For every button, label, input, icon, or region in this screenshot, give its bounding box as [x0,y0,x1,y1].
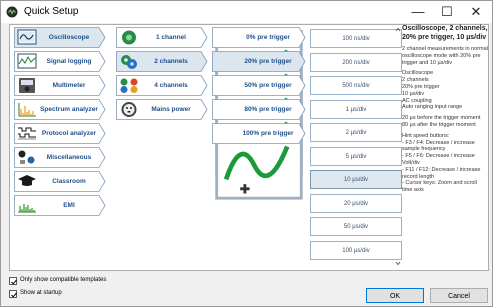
category-label: Oscilloscope [48,34,90,41]
timebase-button[interactable]: 500 ns/div [310,76,402,95]
trigger-tile[interactable]: 100% pre trigger [212,123,306,200]
description-text: 2 channel measurements in normal oscillo… [402,46,488,66]
signal-logging-icon [17,53,37,69]
channel-tile[interactable]: 1 channel [116,27,208,48]
category-label: Classroom [52,178,86,185]
cancel-button[interactable]: Cancel [430,288,488,303]
category-tile[interactable]: Classroom [14,171,106,192]
category-tile[interactable]: Miscellaneous [14,147,106,168]
two-channels-icon [121,55,137,69]
emi-icon [18,204,36,213]
timebase-button[interactable]: 1 µs/div [310,99,402,119]
timebase-button[interactable]: 50 µs/div [310,217,402,236]
trigger-label: 100% pre trigger [242,130,294,137]
window-title: Quick Setup [24,6,79,17]
miscellaneous-icon [18,150,35,164]
channel-label: 1 channel [156,34,186,41]
category-tile[interactable]: EMI [14,195,106,216]
channel-label: 2 channels [154,58,188,65]
description-hints: Hint speed buttons: - F3 / F4: Decrease … [402,132,481,194]
channel-tile[interactable]: 4 channels [116,75,208,96]
timebase-button[interactable]: 10 µs/div [310,170,402,189]
trigger-tile[interactable]: 80% pre trigger [212,99,306,176]
spectrum-analyzer-icon [18,103,36,117]
four-channels-icon [120,78,138,93]
mains-power-icon [121,102,137,117]
trigger-tile[interactable]: 20% pre trigger [212,51,306,128]
app-icon [6,6,18,18]
setup-content: Oscilloscope Signal logging Multimeter Spec… [9,24,489,271]
category-label: Signal logging [46,58,92,65]
category-label: Protocol analyzer [41,130,97,137]
protocol-analyzer-icon [18,127,36,140]
show-at-startup-checkbox[interactable] [9,290,17,298]
description-settings: Oscilloscope 2 channels 20% pre trigger … [402,70,463,111]
timebase-button[interactable]: 100 µs/div [310,240,402,260]
channel-label: 4 channels [154,82,188,89]
timebase-button[interactable]: 20 µs/div [310,193,402,213]
category-tile[interactable]: Protocol analyzer [14,123,106,144]
classroom-icon [18,175,36,186]
ok-button[interactable]: OK [366,288,424,303]
category-tile[interactable]: Spectrum analyzer [14,99,106,120]
category-label: EMI [63,202,75,209]
maximize-button[interactable]: ☐ [433,3,461,21]
title-bar: Quick Setup — ☐ ✕ [1,1,492,23]
category-label: Miscellaneous [46,154,92,161]
scroll-down-icon[interactable] [395,261,401,266]
checkmark-icon [11,279,17,285]
show-at-startup-label: Show at startup [20,290,62,296]
trigger-label: 0% pre trigger [246,34,290,41]
trigger-label: 80% pre trigger [244,106,292,113]
description-timing: 20 µs before the trigger moment 80 µs af… [402,115,481,128]
category-tile[interactable]: Oscilloscope [14,27,106,48]
category-label: Multimeter [52,82,86,89]
scroll-up-icon[interactable] [395,27,401,32]
multimeter-icon [19,78,35,93]
description-title: Oscilloscope, 2 channels, 20% pre trigge… [402,25,488,41]
only-compatible-label: Only show compatible templates [20,277,107,283]
category-label: Spectrum analyzer [40,106,98,113]
one-channel-icon [122,30,136,45]
category-tile[interactable]: Signal logging [14,51,106,72]
close-button[interactable]: ✕ [462,3,490,21]
timebase-button[interactable]: 200 ns/div [310,52,402,72]
trigger-label: 50% pre trigger [244,82,292,89]
oscilloscope-icon [17,29,37,45]
channel-tile[interactable]: Mains power [116,99,208,120]
timebase-button[interactable]: 100 ns/div [310,29,402,48]
trigger-tile[interactable]: 0% pre trigger [212,27,306,104]
description-pane: Oscilloscope, 2 channels, 20% pre trigge… [402,25,488,269]
channel-label: Mains power [151,106,191,113]
quick-setup-window: Quick Setup — ☐ ✕ Oscilloscope Signal log… [0,0,493,307]
trigger-tile[interactable]: 50% pre trigger [212,75,306,152]
category-tile[interactable]: Multimeter [14,75,106,96]
timebase-button[interactable]: 2 µs/div [310,123,402,142]
checkmark-icon [11,292,17,298]
timebase-button[interactable]: 5 µs/div [310,146,402,166]
only-compatible-checkbox[interactable] [9,277,17,285]
channel-tile[interactable]: 2 channels [116,51,208,72]
minimize-button[interactable]: — [404,3,432,21]
description-scrollbar[interactable] [394,25,402,269]
trigger-label: 20% pre trigger [244,58,292,65]
